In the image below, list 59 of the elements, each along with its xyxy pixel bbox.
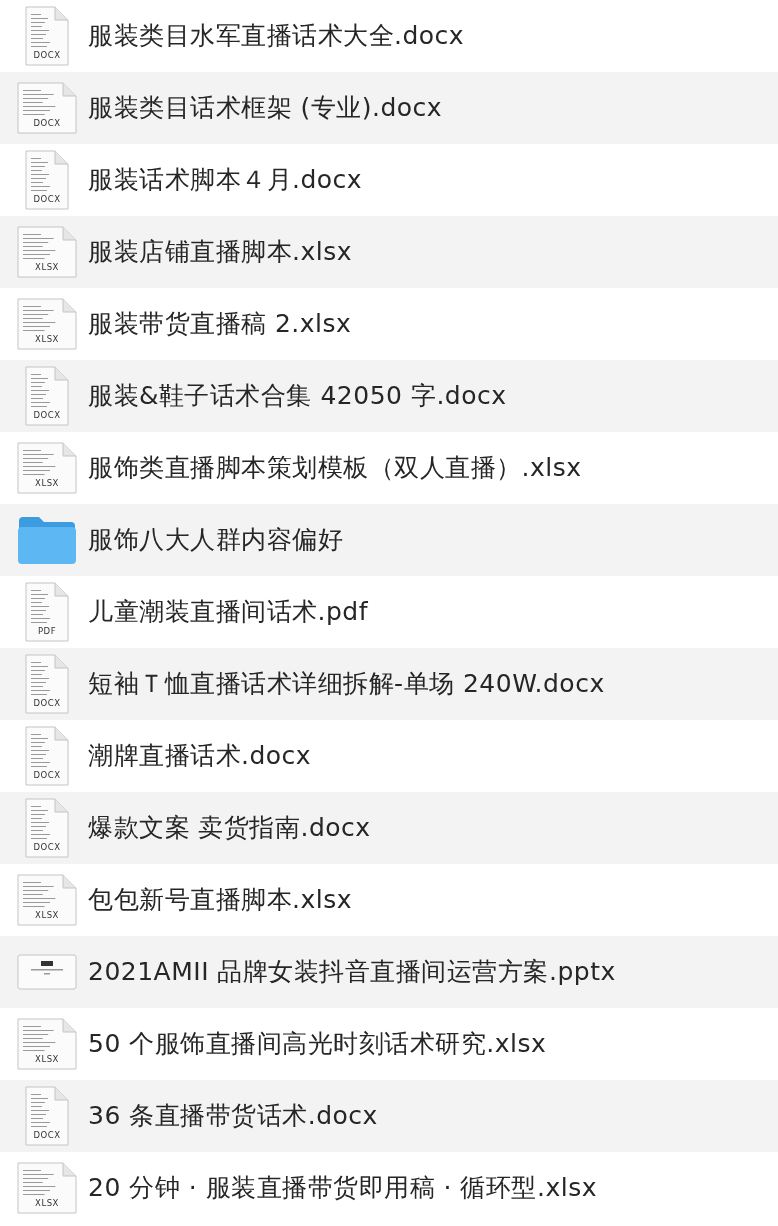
file-type-label: DOCX [32, 1129, 62, 1142]
file-name: 20 分钟 · 服装直播带货即用稿 · 循环型.xlsx [88, 1172, 597, 1205]
file-name: 2021AMII 品牌女装抖音直播间运营方案.pptx [88, 956, 616, 989]
file-row[interactable]: DOCX 潮牌直播话术.docx [0, 720, 778, 792]
file-type-label: XLSX [34, 477, 60, 490]
file-type-label: DOCX [32, 697, 62, 710]
file-type-label: DOCX [32, 409, 62, 422]
file-type-label: DOCX [32, 117, 62, 130]
file-row[interactable]: XLSX 20 分钟 · 服装直播带货即用稿 · 循环型.xlsx [0, 1152, 778, 1224]
file-row[interactable]: XLSX 50 个服饰直播间高光时刻话术研究.xlsx [0, 1008, 778, 1080]
file-name: 爆款文案 卖货指南.docx [88, 812, 371, 845]
document-icon [25, 1086, 69, 1146]
file-row[interactable]: XLSX 服饰类直播脚本策划模板（双人直播）.xlsx [0, 432, 778, 504]
file-row[interactable]: DOCX 爆款文案 卖货指南.docx [0, 792, 778, 864]
file-row[interactable]: DOCX 服装话术脚本４月.docx [0, 144, 778, 216]
slide-icon [17, 954, 77, 990]
file-type-label: XLSX [34, 333, 60, 346]
file-type-label: XLSX [34, 1197, 60, 1210]
document-icon [25, 6, 69, 66]
file-type-label: XLSX [34, 1053, 60, 1066]
file-row[interactable]: 服饰八大人群内容偏好 [0, 504, 778, 576]
file-row[interactable]: 2021AMII 品牌女装抖音直播间运营方案.pptx [0, 936, 778, 1008]
file-type-label: DOCX [32, 193, 62, 206]
file-type-label: PDF [36, 625, 58, 638]
file-row[interactable]: XLSX 包包新号直播脚本.xlsx [0, 864, 778, 936]
file-type-label: DOCX [32, 841, 62, 854]
file-name: 服装&鞋子话术合集 42050 字.docx [88, 380, 507, 413]
file-name: 潮牌直播话术.docx [88, 740, 312, 773]
file-row[interactable]: XLSX 服装店铺直播脚本.xlsx [0, 216, 778, 288]
file-name: 包包新号直播脚本.xlsx [88, 884, 352, 917]
file-row[interactable]: PDF 儿童潮装直播间话术.pdf [0, 576, 778, 648]
file-row[interactable]: DOCX 服装类目水军直播话术大全.docx [0, 0, 778, 72]
document-icon [25, 726, 69, 786]
file-row[interactable]: DOCX 36 条直播带货话术.docx [0, 1080, 778, 1152]
file-row[interactable]: DOCX 短袖Ｔ恤直播话术详细拆解-单场 240W.docx [0, 648, 778, 720]
folder-icon [17, 515, 77, 565]
file-name: 服装类目话术框架 (专业).docx [88, 92, 443, 125]
file-name: 50 个服饰直播间高光时刻话术研究.xlsx [88, 1028, 547, 1061]
file-row[interactable]: XLSX 服装带货直播稿 2.xlsx [0, 288, 778, 360]
file-name: 服饰八大人群内容偏好 [88, 524, 343, 557]
file-name: 服装带货直播稿 2.xlsx [88, 308, 352, 341]
file-name: 服装店铺直播脚本.xlsx [88, 236, 352, 269]
file-type-label: XLSX [34, 261, 60, 274]
document-icon [25, 366, 69, 426]
document-icon [25, 654, 69, 714]
file-name: 短袖Ｔ恤直播话术详细拆解-单场 240W.docx [88, 668, 605, 701]
file-row[interactable]: DOCX 服装类目话术框架 (专业).docx [0, 72, 778, 144]
file-type-label: XLSX [34, 909, 60, 922]
file-type-label: DOCX [32, 769, 62, 782]
file-row[interactable]: DOCX 服装&鞋子话术合集 42050 字.docx [0, 360, 778, 432]
document-icon [25, 798, 69, 858]
file-name: 儿童潮装直播间话术.pdf [88, 596, 368, 629]
file-type-label: DOCX [32, 49, 62, 62]
file-name: 服装类目水军直播话术大全.docx [88, 20, 465, 53]
file-name: 服饰类直播脚本策划模板（双人直播）.xlsx [88, 452, 582, 485]
document-icon [25, 582, 69, 642]
file-name: 服装话术脚本４月.docx [88, 164, 363, 197]
document-icon [25, 150, 69, 210]
file-name: 36 条直播带货话术.docx [88, 1100, 378, 1133]
